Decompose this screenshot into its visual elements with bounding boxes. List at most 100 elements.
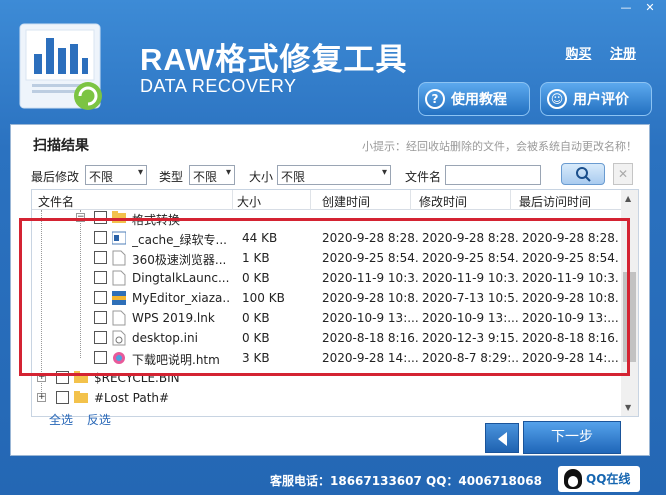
table-row[interactable]: WPS 2019.lnk 0 KB 2020-10-9 13:... 2020-… <box>32 308 622 328</box>
tutorial-button[interactable]: ? 使用教程 <box>418 82 530 116</box>
row-checkbox[interactable] <box>94 211 107 224</box>
row-checkbox[interactable] <box>94 311 107 324</box>
file-size: 0 KB <box>242 311 270 325</box>
row-checkbox[interactable] <box>94 291 107 304</box>
qq-online-button[interactable]: QQ在线 <box>558 466 640 492</box>
folder-icon <box>112 210 126 226</box>
tree-row-lost-path[interactable]: + #Lost Path# <box>32 388 622 408</box>
row-checkbox[interactable] <box>56 391 69 404</box>
file-name: _cache_绿软专... <box>132 233 227 247</box>
table-row[interactable]: MyEditor_xiaza... 100 KB 2020-9-28 10:8.… <box>32 288 622 308</box>
last-modified-label: 最后修改 <box>31 170 80 184</box>
row-checkbox[interactable] <box>94 331 107 344</box>
tree-row-parent[interactable]: − 格式转换 <box>32 208 622 228</box>
file-size: 3 KB <box>242 351 270 365</box>
window-controls: — ✕ <box>616 0 660 16</box>
clear-filter-button[interactable]: ✕ <box>613 163 633 185</box>
file-accessed: 2020-9-25 8:54... <box>522 251 618 265</box>
filename-input[interactable] <box>445 165 541 185</box>
image-file-icon <box>111 230 127 246</box>
file-created: 2020-9-28 14:... <box>322 351 418 365</box>
review-label: 用户评价 <box>573 92 629 108</box>
file-accessed: 2020-9-28 10:8... <box>522 291 618 305</box>
file-accessed: 2020-10-9 13:... <box>522 311 618 325</box>
row-checkbox[interactable] <box>56 371 69 384</box>
table-row[interactable]: desktop.ini 0 KB 2020-8-18 8:16... 2020-… <box>32 328 622 348</box>
next-button[interactable]: 下一步 <box>523 421 621 454</box>
expand-icon[interactable]: + <box>37 393 46 402</box>
settings-file-icon <box>112 330 126 346</box>
buy-link[interactable]: 购买 <box>565 47 591 62</box>
type-label: 类型 <box>159 170 184 184</box>
file-modified: 2020-11-9 10:3... <box>422 271 518 285</box>
review-button[interactable]: ☺ 用户评价 <box>540 82 652 116</box>
last-modified-select[interactable]: 不限 ▾ <box>85 165 147 185</box>
file-created: 2020-11-9 10:3... <box>322 271 418 285</box>
table-row[interactable]: 360极速浏览器... 1 KB 2020-9-25 8:54... 2020-… <box>32 248 622 268</box>
file-size: 100 KB <box>242 291 285 305</box>
file-name: 下载吧说明.htm <box>132 353 220 367</box>
file-accessed: 2020-11-9 10:3... <box>522 271 618 285</box>
vertical-scrollbar[interactable]: ▲ ▼ <box>621 190 638 416</box>
html-file-icon <box>112 350 126 366</box>
type-select[interactable]: 不限 ▾ <box>189 165 235 185</box>
selection-links: 全选 反选 <box>49 411 121 428</box>
file-name: 360极速浏览器... <box>132 253 227 267</box>
app-logo <box>16 20 112 116</box>
file-tree: 文件名 大小 创建时间 修改时间 最后访问时间 − 格式转换 _cache_绿软… <box>31 189 639 417</box>
file-accessed: 2020-9-28 8:28... <box>522 231 618 245</box>
qq-label: QQ在线 <box>586 472 631 486</box>
file-created: 2020-9-28 10:8... <box>322 291 418 305</box>
size-select[interactable]: 不限 ▾ <box>277 165 391 185</box>
size-value: 不限 <box>281 170 306 184</box>
row-checkbox[interactable] <box>94 231 107 244</box>
filter-bar: 最后修改 不限 ▾ 类型 不限 ▾ 大小 不限 ▾ 文件名 ✕ <box>31 163 641 187</box>
file-icon <box>112 310 126 326</box>
row-checkbox[interactable] <box>94 271 107 284</box>
file-modified: 2020-12-3 9:15... <box>422 331 518 345</box>
search-icon <box>576 167 591 182</box>
folder-icon <box>74 390 88 406</box>
select-all-link[interactable]: 全选 <box>49 413 73 427</box>
table-row[interactable]: _cache_绿软专... 44 KB 2020-9-28 8:28... 20… <box>32 228 622 248</box>
chevron-down-icon: ▾ <box>381 167 387 178</box>
panel-title: 扫描结果 <box>33 138 89 154</box>
tree-row-recycle-bin[interactable]: + $RECYCLE.BIN <box>32 368 622 388</box>
file-modified: 2020-7-13 10:5... <box>422 291 518 305</box>
file-name: DingtalkLaunc... <box>132 271 230 285</box>
chat-icon: ☺ <box>547 89 567 109</box>
close-icon[interactable]: ✕ <box>640 0 660 16</box>
app-window: — ✕ RAW格式修复工具 DATA RECOVERY 购买 注册 ? 使用教程… <box>0 0 666 495</box>
collapse-icon[interactable]: − <box>76 213 85 222</box>
folder-icon <box>74 370 88 386</box>
search-button[interactable] <box>561 163 605 185</box>
back-button[interactable] <box>485 423 519 453</box>
scroll-thumb[interactable] <box>623 272 636 362</box>
row-checkbox[interactable] <box>94 351 107 364</box>
file-name: WPS 2019.lnk <box>132 311 215 325</box>
filename-label: 文件名 <box>405 170 442 184</box>
file-name: MyEditor_xiaza... <box>132 291 230 305</box>
expand-icon[interactable]: + <box>37 373 46 382</box>
invert-selection-link[interactable]: 反选 <box>87 413 111 427</box>
file-icon <box>112 270 126 286</box>
table-row[interactable]: DingtalkLaunc... 0 KB 2020-11-9 10:3... … <box>32 268 622 288</box>
file-modified: 2020-9-25 8:54... <box>422 251 518 265</box>
row-checkbox[interactable] <box>94 251 107 264</box>
chevron-down-icon: ▾ <box>137 167 143 178</box>
table-row[interactable]: 下载吧说明.htm 3 KB 2020-9-28 14:... 2020-8-7… <box>32 348 622 368</box>
qq-penguin-icon <box>564 469 582 489</box>
folder-name: $RECYCLE.BIN <box>94 371 180 385</box>
chevron-down-icon: ▾ <box>225 167 231 178</box>
minimize-icon[interactable]: — <box>616 0 636 16</box>
file-created: 2020-8-18 8:16... <box>322 331 418 345</box>
header-links: 购买 注册 <box>551 43 636 62</box>
file-size: 0 KB <box>242 271 270 285</box>
arrow-left-icon <box>498 432 507 446</box>
archive-file-icon <box>112 290 126 306</box>
file-created: 2020-9-25 8:54... <box>322 251 418 265</box>
scroll-up-icon[interactable]: ▲ <box>625 194 631 203</box>
register-link[interactable]: 注册 <box>610 47 636 62</box>
scroll-down-icon[interactable]: ▼ <box>625 403 631 412</box>
file-modified: 2020-8-7 8:29:... <box>422 351 518 365</box>
